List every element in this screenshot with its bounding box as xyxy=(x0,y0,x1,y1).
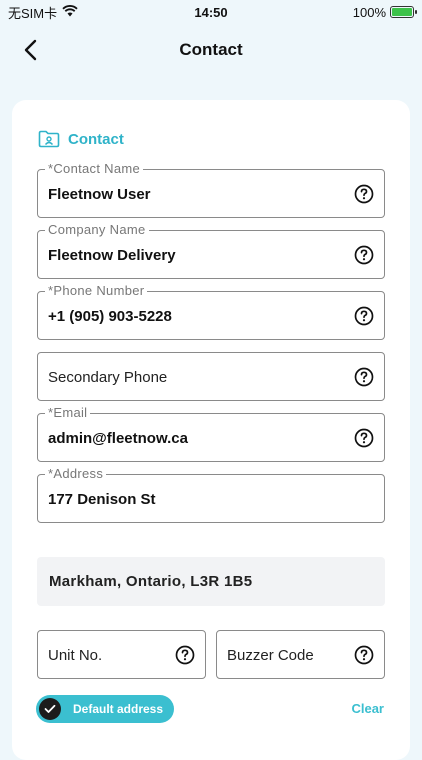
nav-bar: Contact xyxy=(0,30,422,70)
email-field[interactable]: *Email admin@fleetnow.ca xyxy=(37,405,385,462)
help-icon[interactable] xyxy=(175,645,195,665)
help-icon[interactable] xyxy=(354,367,374,387)
help-icon[interactable] xyxy=(354,645,374,665)
city-province-postal: Markham, Ontario, L3R 1B5 xyxy=(37,557,385,606)
carrier-label: 无SIM卡 xyxy=(8,5,58,21)
buzzer-code-placeholder[interactable]: Buzzer Code xyxy=(227,647,314,664)
address-label: *Address xyxy=(45,466,107,482)
help-icon[interactable] xyxy=(354,306,374,326)
email-value[interactable]: admin@fleetnow.ca xyxy=(48,430,188,447)
contact-name-field[interactable]: *Contact Name Fleetnow User xyxy=(37,161,385,218)
company-name-value[interactable]: Fleetnow Delivery xyxy=(48,247,176,264)
help-icon[interactable] xyxy=(354,428,374,448)
phone-number-label: *Phone Number xyxy=(45,283,148,299)
company-name-label: Company Name xyxy=(45,222,149,238)
section-header: Contact xyxy=(38,130,124,148)
battery-icon xyxy=(390,6,417,18)
phone-number-field[interactable]: *Phone Number +1 (905) 903-5228 xyxy=(37,283,385,340)
unit-no-field[interactable]: Unit No. xyxy=(37,630,206,679)
phone-number-value[interactable]: +1 (905) 903-5228 xyxy=(48,308,172,325)
status-bar: 无SIM卡 14:50 100% xyxy=(0,0,422,24)
default-address-toggle[interactable]: Default address xyxy=(36,695,174,723)
email-label: *Email xyxy=(45,405,91,421)
secondary-phone-field[interactable]: Secondary Phone xyxy=(37,352,385,401)
section-title: Contact xyxy=(68,130,124,148)
contact-name-value[interactable]: Fleetnow User xyxy=(48,186,151,203)
contact-folder-icon xyxy=(38,130,60,148)
battery-percent: 100% xyxy=(352,4,386,20)
help-icon[interactable] xyxy=(354,245,374,265)
company-name-field[interactable]: Company Name Fleetnow Delivery xyxy=(37,222,385,279)
page-title: Contact xyxy=(179,40,243,59)
contact-card: Contact *Contact Name Fleetnow User Comp… xyxy=(12,100,410,760)
help-icon[interactable] xyxy=(354,184,374,204)
clear-button[interactable]: Clear xyxy=(351,701,384,716)
secondary-phone-placeholder[interactable]: Secondary Phone xyxy=(48,369,167,386)
contact-name-label: *Contact Name xyxy=(45,161,144,177)
default-address-label: Default address xyxy=(73,702,164,716)
unit-no-placeholder[interactable]: Unit No. xyxy=(48,647,102,664)
checkmark-icon xyxy=(39,698,61,720)
city-line-text: Markham, Ontario, L3R 1B5 xyxy=(49,573,253,590)
address-value[interactable]: 177 Denison St xyxy=(48,491,156,508)
wifi-icon xyxy=(62,4,78,20)
buzzer-code-field[interactable]: Buzzer Code xyxy=(216,630,385,679)
address-field[interactable]: *Address 177 Denison St xyxy=(37,466,385,523)
